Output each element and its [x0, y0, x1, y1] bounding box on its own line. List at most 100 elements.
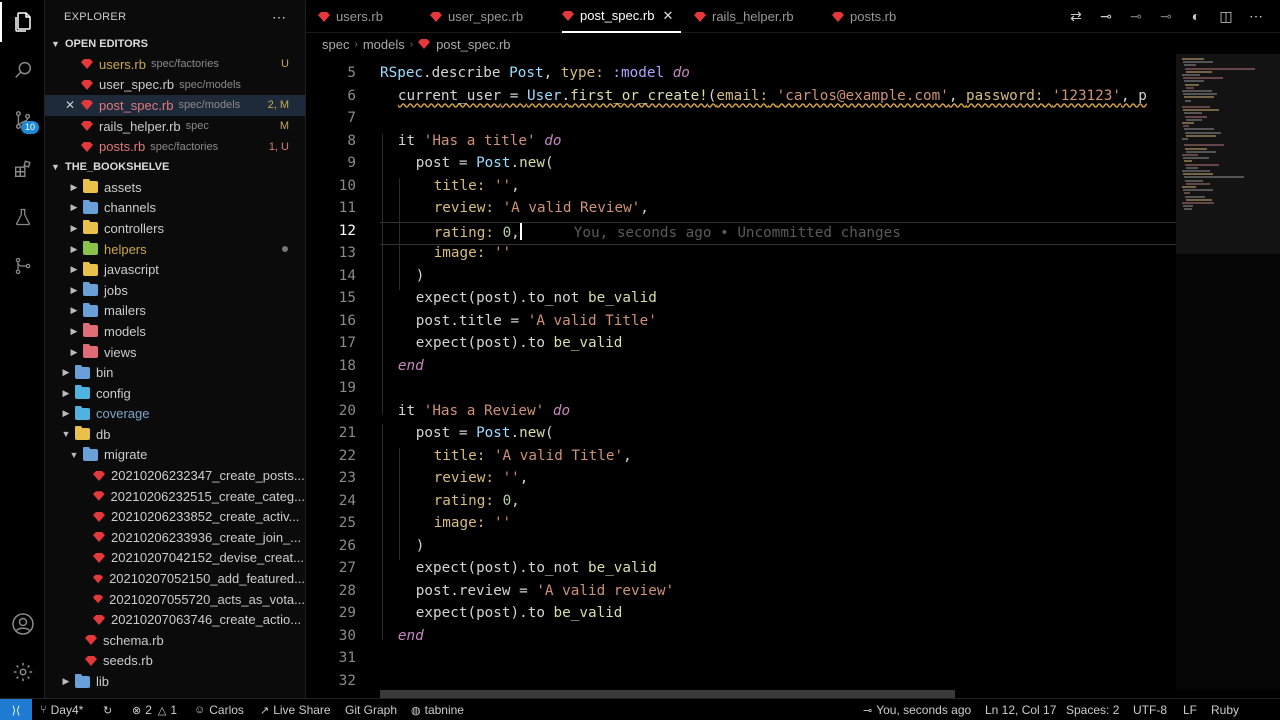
tree-folder[interactable]: ▶ jobs [45, 280, 305, 301]
file-name: post_spec.rb [99, 97, 174, 113]
ruby-file-icon [81, 141, 93, 152]
code-line: expect(post).to be_valid [415, 335, 623, 351]
line-number: 20 [338, 402, 356, 419]
sync-button[interactable]: ↻ [103, 699, 116, 720]
code-line: post.review = 'A valid review' [415, 582, 675, 599]
indentation-setting[interactable]: Spaces: 2 [1066, 699, 1119, 720]
previous-change-icon[interactable]: ⊸ [1128, 8, 1144, 24]
tree-file[interactable]: 20210207055720_acts_as_vota... [45, 589, 305, 610]
open-editor-item[interactable]: users.rb spec/factories U [45, 54, 305, 75]
open-editor-item[interactable]: posts.rb spec/factories 1, U [45, 136, 305, 157]
open-editor-item[interactable]: rails_helper.rb spec M [45, 116, 305, 137]
tab-post-spec-rb[interactable]: post_spec.rb ✕ [562, 0, 682, 33]
encoding-setting[interactable]: UTF-8 [1133, 699, 1167, 720]
tree-folder[interactable]: ▶ assets [45, 177, 305, 198]
line-number: 26 [338, 537, 356, 554]
split-editor-icon[interactable]: ◫ [1218, 8, 1234, 24]
ruby-file-icon [93, 491, 105, 501]
language-label: Ruby [1211, 703, 1240, 717]
tree-folder[interactable]: ▶ config [45, 383, 305, 404]
tree-file[interactable]: 20210207052150_add_featured... [45, 568, 305, 589]
code-editor[interactable]: 5 RSpec.describe Post, type: :model do 6 cu… [306, 54, 1176, 690]
language-mode[interactable]: Ruby [1211, 699, 1239, 720]
tab-posts-rb[interactable]: posts.rb [832, 0, 896, 33]
tree-folder[interactable]: ▶ helpers [45, 239, 305, 260]
ruby-file-icon [562, 10, 574, 21]
tree-file[interactable]: 20210207063746_create_actio... [45, 609, 305, 630]
breadcrumb-item[interactable]: spec [322, 37, 349, 52]
tree-folder[interactable]: ▶ lib [45, 671, 305, 692]
ruby-file-icon [93, 614, 105, 625]
open-editor-item-active[interactable]: ✕ post_spec.rb spec/models 2, M [45, 95, 305, 116]
code-line: ) [415, 267, 425, 284]
branch-name: Day4* [50, 703, 84, 717]
tree-folder[interactable]: ▶ javascript [45, 259, 305, 280]
tree-folder[interactable]: ▶ coverage [45, 404, 305, 425]
testing-icon[interactable] [0, 197, 45, 237]
eol-setting[interactable]: LF [1183, 699, 1197, 720]
tab-rails-helper-rb[interactable]: rails_helper.rb [694, 0, 794, 33]
minimap-viewport[interactable] [1176, 54, 1280, 254]
more-actions-icon[interactable]: ⋯ [272, 9, 287, 26]
git-commit-icon[interactable]: ⊸ [1098, 8, 1114, 24]
chevron-right-icon: ▶ [70, 181, 78, 192]
open-editors-section[interactable]: ▼ OPEN EDITORS [45, 34, 305, 54]
settings-gear-icon[interactable] [0, 652, 45, 692]
tree-file[interactable]: 20210207042152_devise_creat... [45, 548, 305, 569]
next-change-icon[interactable]: ⊸ [1158, 8, 1174, 24]
branch-indicator[interactable]: ⑂ Day4* [40, 699, 83, 720]
git-graph-icon[interactable] [0, 246, 45, 286]
compare-changes-icon[interactable]: ⇄ [1068, 8, 1084, 24]
tree-folder[interactable]: ▼ migrate [45, 445, 305, 466]
tree-file[interactable]: 20210206232515_create_categ... [45, 486, 305, 507]
open-editor-item[interactable]: user_spec.rb spec/models [45, 75, 305, 96]
explorer-icon[interactable] [0, 2, 45, 42]
folder-label: coverage [96, 406, 150, 422]
search-icon[interactable] [0, 50, 45, 90]
more-actions-icon[interactable]: ⋯ [1248, 8, 1264, 24]
account-icon[interactable] [0, 604, 45, 644]
tree-folder[interactable]: ▶ controllers [45, 218, 305, 239]
tree-folder[interactable]: ▶ models [45, 321, 305, 342]
folder-icon [83, 199, 98, 214]
breadcrumb-item[interactable]: models [363, 37, 405, 52]
tree-folder[interactable]: ▶ views [45, 342, 305, 363]
line-number: 29 [338, 605, 356, 621]
tree-file[interactable]: 20210206233936_create_join_... [45, 527, 305, 548]
git-blame-status[interactable]: ⊸ You, seconds ago [863, 699, 971, 720]
breadcrumb-item[interactable]: post_spec.rb [436, 37, 510, 52]
tree-folder[interactable]: ▶ mailers [45, 301, 305, 322]
close-tab-icon[interactable]: ✕ [662, 8, 673, 24]
tree-folder[interactable]: ▼ db [45, 424, 305, 445]
folder-label: helpers [104, 241, 147, 257]
file-path: spec/factories [150, 58, 219, 71]
close-icon[interactable]: ✕ [65, 98, 75, 112]
tree-file[interactable]: schema.rb [45, 630, 305, 651]
file-path: spec/models [178, 99, 241, 112]
tree-file[interactable]: 20210206233852_create_activ... [45, 506, 305, 527]
ruby-file-icon [93, 594, 104, 604]
ruby-file-icon [418, 39, 431, 49]
extensions-icon[interactable] [0, 149, 45, 189]
live-share-button[interactable]: ↗ Live Share [260, 699, 331, 720]
account-status[interactable]: ☺ Carlos [194, 699, 244, 720]
tab-user-spec-rb[interactable]: user_spec.rb [430, 0, 523, 33]
source-control-icon[interactable]: 10 [0, 100, 45, 140]
git-graph-button[interactable]: Git Graph [345, 699, 397, 720]
timeline-icon[interactable]: ◐ [1188, 8, 1204, 24]
tree-file[interactable]: seeds.rb [45, 651, 305, 672]
cursor-position[interactable]: Ln 12, Col 17 [985, 699, 1056, 720]
problems-indicator[interactable]: ⊗ 2 △ 1 [132, 699, 177, 720]
sync-icon: ↻ [103, 704, 113, 717]
tree-folder[interactable]: ▶ channels [45, 198, 305, 219]
chevron-down-icon: ▼ [61, 429, 71, 440]
remote-indicator-icon[interactable]: ⟩⟨ [0, 699, 32, 720]
folder-icon [83, 282, 98, 297]
horizontal-scrollbar[interactable] [380, 690, 955, 698]
project-section[interactable]: ▼ THE_BOOKSHELVE [45, 157, 305, 177]
code-line: end [397, 627, 424, 644]
tree-folder[interactable]: ▶ bin [45, 362, 305, 383]
tabnine-button[interactable]: ◍ tabnine [411, 699, 464, 720]
tab-users-rb[interactable]: users.rb [318, 0, 383, 33]
tree-file[interactable]: 20210206232347_create_posts... [45, 465, 305, 486]
